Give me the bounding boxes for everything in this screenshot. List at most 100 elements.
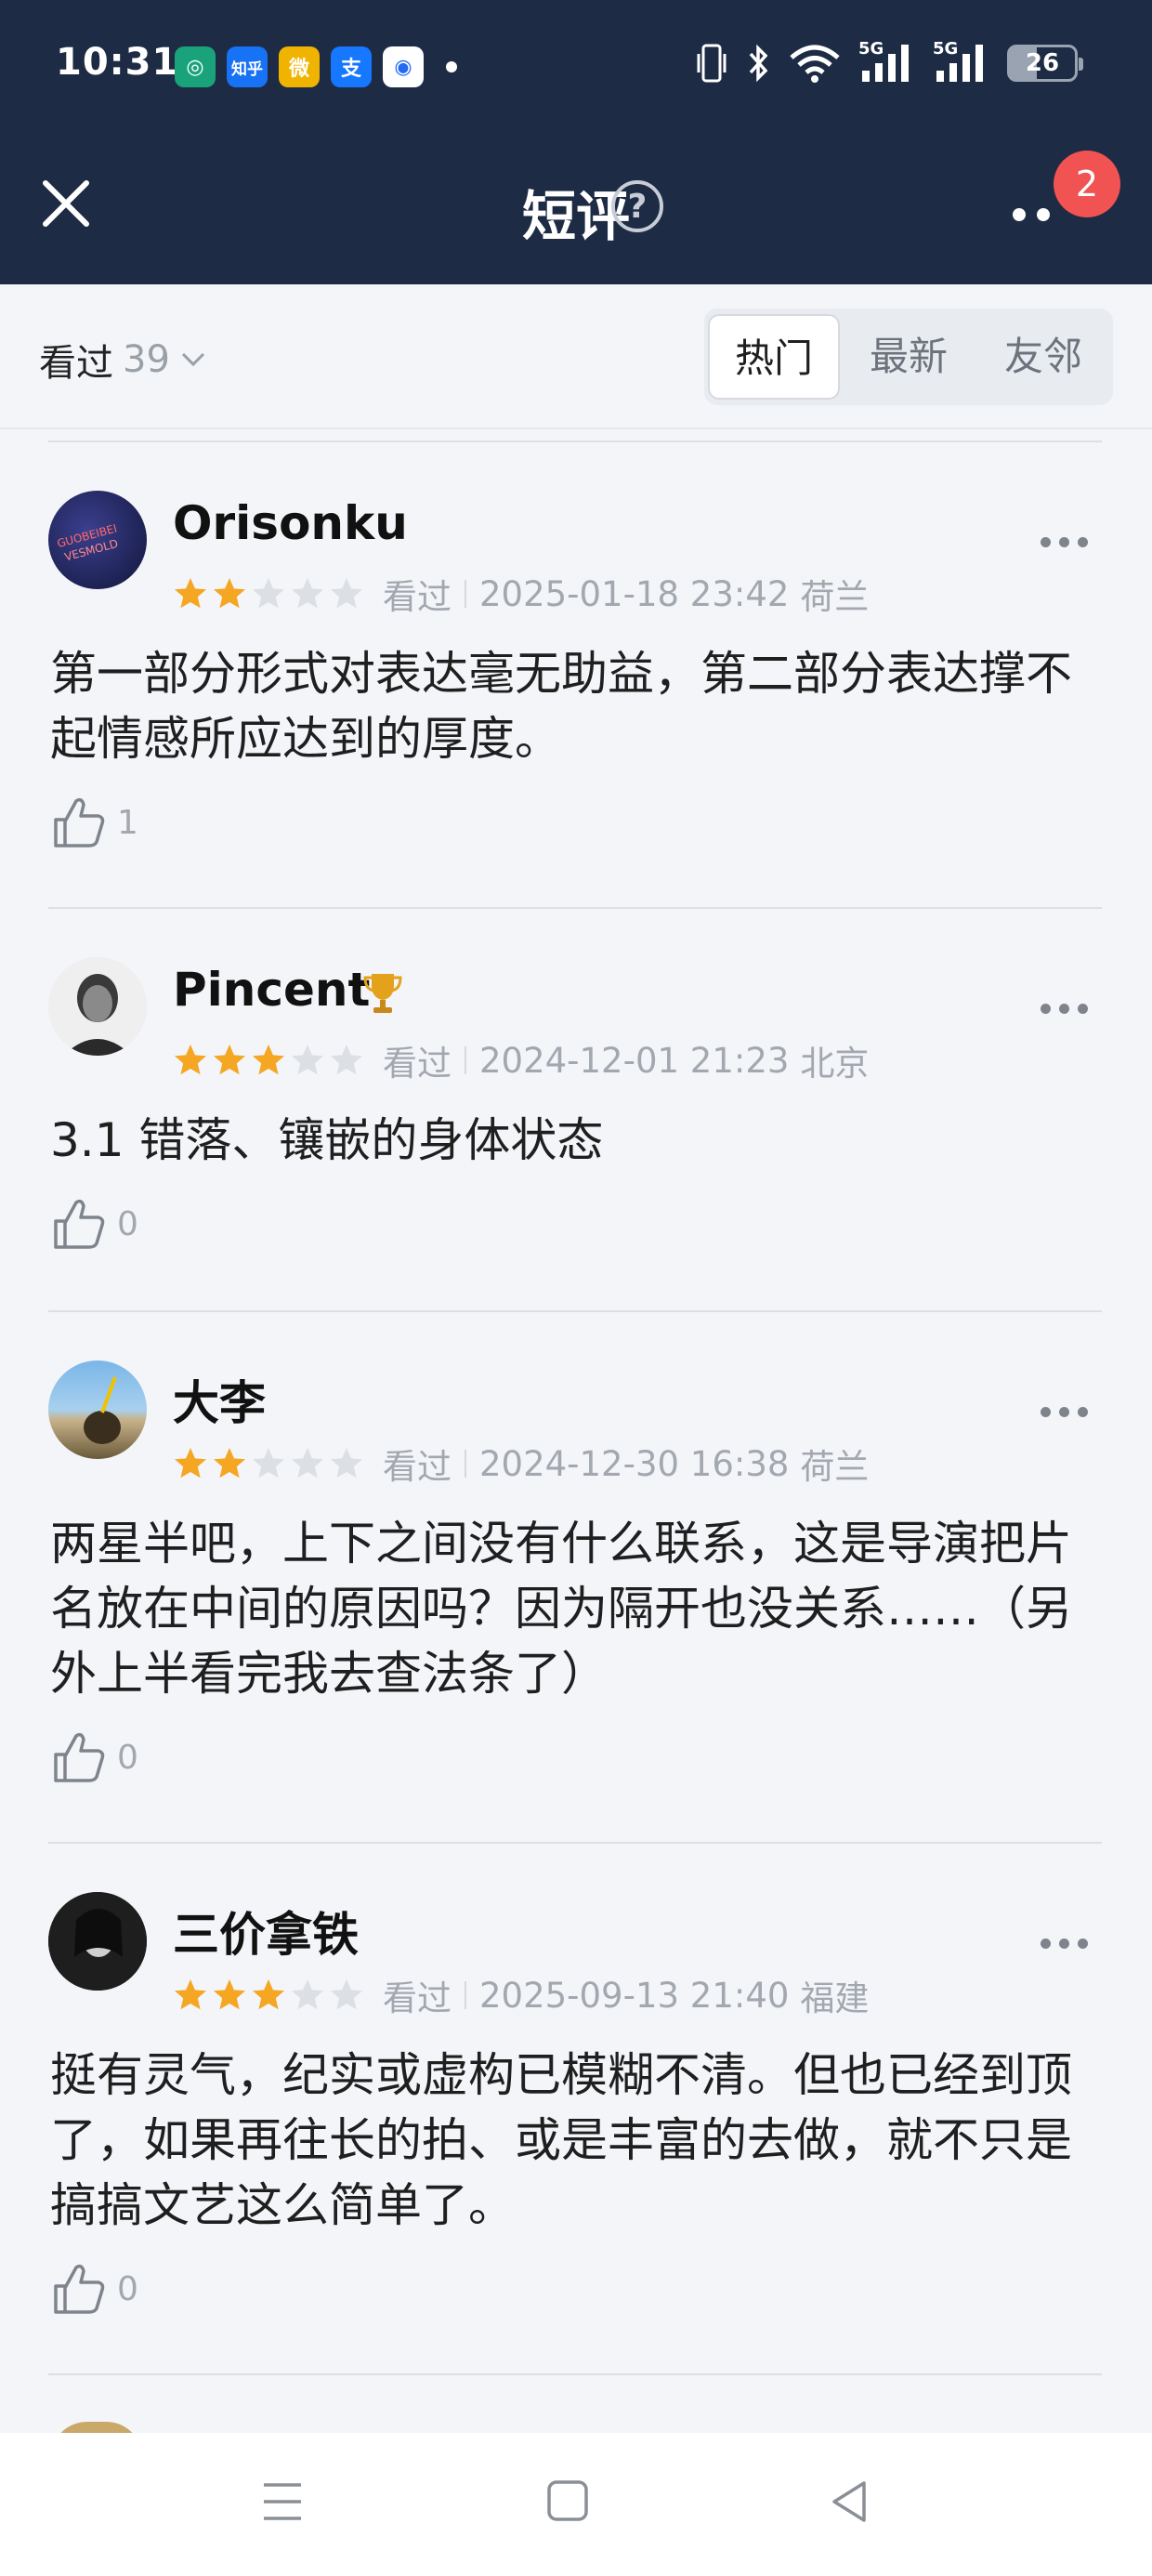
meta-separator [465, 1450, 466, 1478]
star-filled-icon [214, 1448, 245, 1479]
battery-icon: 26 [1007, 45, 1083, 82]
comment-datetime: 2024-12-01 21:23 [479, 1040, 790, 1081]
star-filled-icon [253, 1045, 284, 1075]
watch-status: 看过 [383, 577, 452, 617]
status-bar: 10:31 ◎ 知乎 微 支 ◉ 5G 5G 26 [0, 0, 1152, 139]
divider [48, 440, 1102, 442]
comment-location: 北京 [800, 1044, 870, 1084]
comment-text: 第一部分形式对表达毫无助益，第二部分表达撑不起情感所应达到的厚度。 [50, 647, 1072, 766]
home-icon[interactable] [546, 2479, 589, 2522]
comment-menu-button[interactable] [1039, 1935, 1091, 1953]
comment-datetime: 2024-12-30 16:38 [479, 1443, 790, 1484]
divider [48, 907, 1102, 909]
thumbs-up-icon [54, 797, 105, 848]
system-icons: 5G 5G 26 [695, 39, 1083, 84]
star-filled-icon [214, 1979, 245, 2010]
avatar[interactable]: GUOBEIBEI VESMOLD [48, 491, 147, 589]
system-nav-bar [0, 2433, 1152, 2576]
meta-separator [465, 580, 466, 608]
comment-datetime: 2025-01-18 23:42 [479, 573, 790, 614]
notification-badge: 2 [1054, 151, 1120, 217]
status-time: 10:31 [56, 41, 179, 84]
comment-meta: 看过 2024-12-01 21:23 北京 [173, 1035, 869, 1085]
star-empty-icon [253, 1448, 284, 1479]
tab-latest[interactable]: 最新 [844, 314, 974, 400]
like-button[interactable]: 0 [50, 2260, 138, 2318]
like-button[interactable]: 1 [50, 794, 138, 851]
notification-icons: ◎ 知乎 微 支 ◉ [175, 46, 457, 87]
signal-2-icon: 5G [933, 39, 990, 84]
like-count: 0 [117, 2269, 138, 2308]
avatar[interactable] [48, 957, 147, 1056]
alipay-icon: 支 [331, 46, 372, 87]
rating-stars [173, 1978, 364, 2013]
like-button[interactable]: 0 [50, 1728, 138, 1786]
star-empty-icon [331, 578, 362, 609]
seen-filter-dropdown[interactable]: 看过 39 [39, 333, 207, 387]
more-notifications-dot [446, 61, 457, 72]
like-count: 1 [117, 803, 138, 842]
star-filled-icon [175, 578, 206, 609]
baidu-icon: ◉ [383, 46, 424, 87]
watch-status: 看过 [383, 1044, 452, 1084]
rating-stars [173, 1043, 364, 1078]
star-filled-icon [175, 1045, 206, 1075]
comment-menu-button[interactable] [1039, 533, 1091, 552]
menu-icon[interactable] [260, 2481, 305, 2522]
page-title: 短评 [521, 185, 630, 248]
comment-location: 荷兰 [800, 1447, 870, 1487]
star-filled-icon [214, 578, 245, 609]
comment-datetime: 2025-09-13 21:40 [479, 1975, 790, 2016]
divider [48, 1310, 1102, 1312]
star-empty-icon [331, 1979, 362, 2010]
more-dot [1037, 208, 1050, 221]
star-filled-icon [253, 1979, 284, 2010]
star-empty-icon [253, 578, 284, 609]
username[interactable]: Pincent [173, 963, 370, 1017]
star-filled-icon [175, 1448, 206, 1479]
thumbs-up-icon [54, 2264, 105, 2314]
thumbs-up-icon [54, 1732, 105, 1782]
tab-friends[interactable]: 友邻 [977, 314, 1109, 400]
meta-separator [465, 1046, 466, 1074]
signal-1-icon: 5G [858, 39, 916, 84]
comment-location: 荷兰 [800, 577, 870, 617]
star-empty-icon [292, 1448, 323, 1479]
like-count: 0 [117, 1738, 138, 1777]
back-icon[interactable] [829, 2479, 870, 2524]
chevron-down-icon [181, 352, 204, 367]
username[interactable]: 三价拿铁 [173, 1898, 359, 1965]
username[interactable]: 大李 [173, 1366, 266, 1433]
comment-meta: 看过 2025-09-13 21:40 福建 [173, 1970, 869, 2020]
wifi-icon [790, 45, 840, 83]
star-empty-icon [331, 1448, 362, 1479]
comment-menu-button[interactable] [1039, 1000, 1091, 1019]
comment-meta: 看过 2024-12-30 16:38 荷兰 [173, 1439, 869, 1489]
bluetooth-icon [749, 44, 768, 83]
comment-menu-button[interactable] [1039, 1403, 1091, 1422]
star-filled-icon [175, 1979, 206, 2010]
watch-status: 看过 [383, 1447, 452, 1487]
zhihu-icon: 知乎 [227, 46, 268, 87]
username[interactable]: Orisonku [173, 496, 408, 550]
seen-label: 看过 [39, 342, 113, 385]
star-filled-icon [214, 1045, 245, 1075]
divider [48, 2373, 1102, 2375]
star-empty-icon [331, 1045, 362, 1075]
star-empty-icon [292, 1045, 323, 1075]
meta-separator [465, 1981, 466, 2009]
more-dot [1013, 208, 1026, 221]
comment-location: 福建 [800, 1978, 870, 2018]
like-button[interactable]: 0 [50, 1195, 138, 1253]
tab-hot[interactable]: 热门 [708, 314, 840, 400]
filter-bar: 看过 39 热门 最新 友邻 [0, 284, 1152, 429]
trophy-icon [363, 974, 402, 1013]
avatar[interactable] [48, 1360, 147, 1459]
weibo-icon: 微 [279, 46, 320, 87]
header: 短评 ? 2 [0, 139, 1152, 284]
avatar[interactable] [48, 1892, 147, 1991]
watch-status: 看过 [383, 1978, 452, 2018]
like-count: 0 [117, 1204, 138, 1243]
help-icon[interactable]: ? [611, 180, 663, 232]
rating-stars [173, 576, 364, 611]
